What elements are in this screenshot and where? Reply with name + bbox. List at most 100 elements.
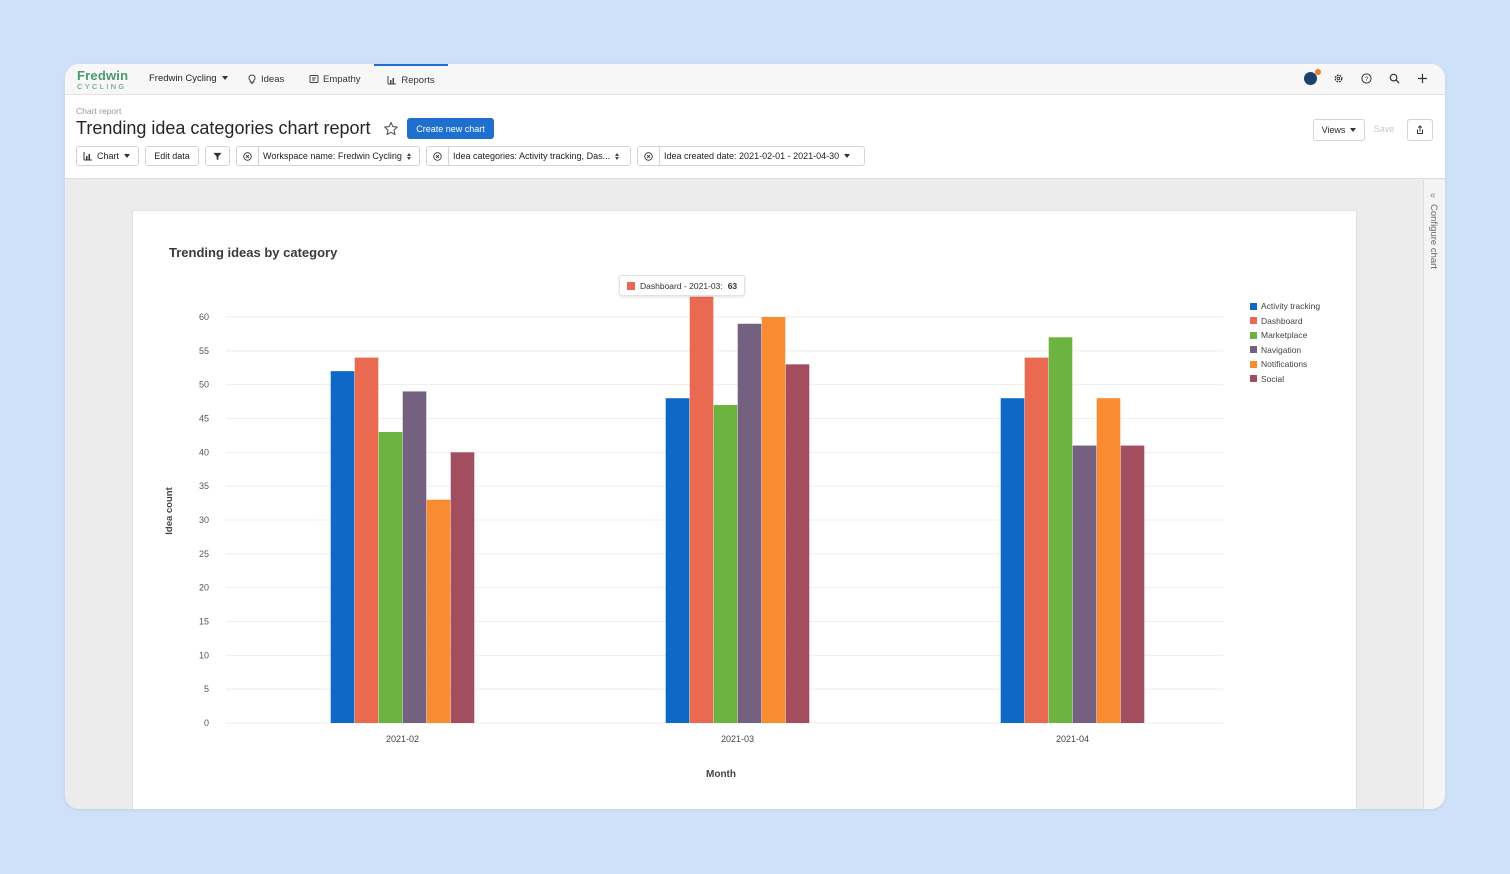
app-window: Fredwin CYCLING Fredwin Cycling Ideas Em… bbox=[65, 64, 1445, 809]
legend-swatch bbox=[1250, 317, 1257, 325]
filter-button[interactable] bbox=[205, 146, 230, 166]
y-tick-label: 0 bbox=[204, 718, 209, 728]
legend-label: Marketplace bbox=[1261, 330, 1308, 341]
chart-tooltip: Dashboard - 2021-03: 63 bbox=[619, 275, 746, 296]
y-tick-label: 30 bbox=[199, 515, 209, 525]
bar-marketplace bbox=[378, 432, 403, 723]
save-button[interactable]: Save bbox=[1371, 119, 1397, 139]
x-tick-label: 2021-04 bbox=[1056, 734, 1089, 744]
search-icon bbox=[1389, 73, 1400, 84]
chevron-double-left-icon: « bbox=[1430, 190, 1436, 201]
remove-filter-button[interactable] bbox=[427, 147, 448, 165]
y-tick-label: 45 bbox=[199, 414, 209, 424]
legend-swatch bbox=[1250, 302, 1257, 310]
close-circle-icon bbox=[433, 151, 442, 161]
tooltip-label: Dashboard - 2021-03: bbox=[640, 280, 723, 291]
legend-label: Navigation bbox=[1261, 344, 1302, 355]
bar-chart-icon bbox=[387, 76, 397, 85]
sort-icon bbox=[406, 152, 411, 160]
tab-ideas-label: Ideas bbox=[261, 73, 285, 85]
legend-item[interactable]: Notifications bbox=[1250, 357, 1320, 372]
logo-top: Fredwin bbox=[77, 68, 129, 83]
bar-notifications bbox=[426, 499, 451, 723]
help-button[interactable]: ? bbox=[1359, 71, 1373, 85]
remove-filter-button[interactable] bbox=[237, 147, 258, 165]
bar-social bbox=[785, 364, 810, 723]
legend-swatch bbox=[1250, 331, 1257, 339]
y-axis-title: Idea count bbox=[164, 486, 175, 534]
y-tick-label: 35 bbox=[199, 481, 209, 491]
bar-activity-tracking bbox=[665, 398, 690, 723]
bar-marketplace bbox=[713, 404, 738, 723]
workspace-filter-label: Workspace name: Fredwin Cycling bbox=[263, 151, 402, 161]
remove-filter-button[interactable] bbox=[638, 147, 659, 165]
legend-item[interactable]: Activity tracking bbox=[1250, 299, 1320, 314]
bar-notifications bbox=[761, 317, 786, 723]
x-axis-title: Month bbox=[706, 769, 736, 780]
bar-notifications bbox=[1096, 398, 1121, 723]
page-title: Trending idea categories chart report bbox=[76, 118, 371, 138]
bar-activity-tracking bbox=[330, 371, 355, 723]
empathy-icon bbox=[309, 75, 319, 83]
lightbulb-icon bbox=[248, 74, 256, 84]
legend-item[interactable]: Dashboard bbox=[1250, 314, 1320, 329]
settings-button[interactable] bbox=[1331, 71, 1345, 85]
bar-activity-tracking bbox=[1000, 398, 1025, 723]
legend-label: Social bbox=[1261, 373, 1285, 384]
bar-dashboard bbox=[354, 357, 379, 723]
x-tick-label: 2021-03 bbox=[721, 734, 754, 744]
y-tick-label: 40 bbox=[199, 447, 209, 457]
views-label: Views bbox=[1321, 125, 1346, 135]
chevron-down-icon bbox=[844, 154, 851, 158]
create-new-chart-button[interactable]: Create new chart bbox=[407, 118, 494, 139]
legend-label: Notifications bbox=[1261, 359, 1308, 370]
page-header: Chart report Trending idea categories ch… bbox=[65, 95, 1445, 179]
star-icon[interactable] bbox=[383, 121, 399, 137]
y-tick-label: 15 bbox=[199, 617, 209, 627]
legend-item[interactable]: Marketplace bbox=[1250, 328, 1320, 343]
avatar-icon bbox=[1303, 68, 1321, 85]
bar-navigation bbox=[402, 391, 427, 723]
tab-empathy[interactable]: Empathy bbox=[309, 64, 361, 94]
legend-label: Dashboard bbox=[1261, 315, 1303, 326]
categories-filter-label: Idea categories: Activity tracking, Das.… bbox=[453, 151, 611, 161]
bar-social bbox=[1120, 445, 1145, 723]
tab-reports[interactable]: Reports bbox=[374, 64, 448, 94]
workspace-switcher[interactable]: Fredwin Cycling bbox=[149, 73, 228, 84]
close-circle-icon bbox=[644, 151, 653, 161]
close-circle-icon bbox=[243, 151, 252, 161]
configure-chart-panel[interactable]: « Configure chart bbox=[1423, 180, 1445, 809]
legend-item[interactable]: Navigation bbox=[1250, 343, 1320, 358]
legend-swatch bbox=[1250, 346, 1257, 354]
tab-reports-label: Reports bbox=[401, 74, 435, 86]
edit-data-label: Edit data bbox=[154, 151, 190, 161]
tooltip-value: 63 bbox=[727, 280, 738, 291]
tab-empathy-label: Empathy bbox=[323, 73, 361, 85]
legend-item[interactable]: Social bbox=[1250, 372, 1320, 387]
y-tick-label: 55 bbox=[199, 346, 209, 356]
y-tick-label: 10 bbox=[199, 650, 209, 660]
user-avatar[interactable] bbox=[1303, 68, 1321, 85]
chart-type-dropdown[interactable]: Chart bbox=[76, 146, 139, 166]
bar-social bbox=[450, 452, 475, 723]
nav-icons: ? bbox=[1303, 68, 1429, 85]
chevron-down-icon bbox=[1350, 128, 1357, 132]
categories-filter[interactable]: Idea categories: Activity tracking, Das.… bbox=[426, 146, 631, 166]
add-button[interactable] bbox=[1415, 71, 1429, 85]
breadcrumb[interactable]: Chart report bbox=[76, 106, 121, 116]
chevron-down-icon bbox=[221, 76, 228, 81]
legend-swatch bbox=[1250, 375, 1257, 383]
chevron-down-icon bbox=[124, 154, 131, 158]
tab-ideas[interactable]: Ideas bbox=[247, 64, 284, 94]
logo[interactable]: Fredwin CYCLING bbox=[77, 69, 128, 91]
workspace-label: Fredwin Cycling bbox=[149, 73, 217, 84]
chart-legend: Activity tracking Dashboard Marketplace Nav… bbox=[1250, 299, 1320, 386]
date-filter[interactable]: Idea created date: 2021-02-01 - 2021-04-… bbox=[637, 146, 865, 166]
search-button[interactable] bbox=[1387, 71, 1401, 85]
views-dropdown[interactable]: Views bbox=[1313, 119, 1365, 141]
export-button[interactable] bbox=[1407, 119, 1433, 141]
edit-data-button[interactable]: Edit data bbox=[145, 146, 199, 166]
bar-navigation bbox=[1072, 445, 1097, 723]
workspace-filter[interactable]: Workspace name: Fredwin Cycling bbox=[236, 146, 420, 166]
notification-dot-icon bbox=[1314, 68, 1321, 75]
